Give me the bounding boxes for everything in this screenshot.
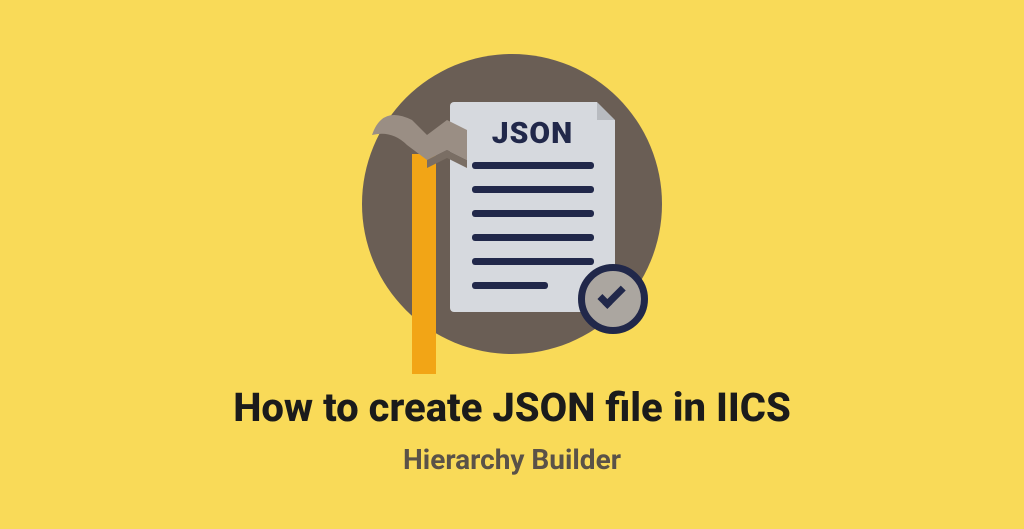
document-line	[472, 234, 594, 241]
checkmark-icon	[578, 264, 648, 334]
document-line	[472, 162, 594, 169]
document-line	[472, 186, 594, 193]
hero-illustration: JSON	[362, 54, 662, 354]
page-title: How to create JSON file in IICS	[233, 384, 791, 431]
hammer-head	[372, 100, 482, 194]
document-line	[472, 282, 548, 289]
page-subtitle: Hierarchy Builder	[403, 443, 621, 476]
checkmark-tick	[597, 280, 625, 308]
document-line	[472, 210, 594, 217]
document-line	[472, 258, 594, 265]
